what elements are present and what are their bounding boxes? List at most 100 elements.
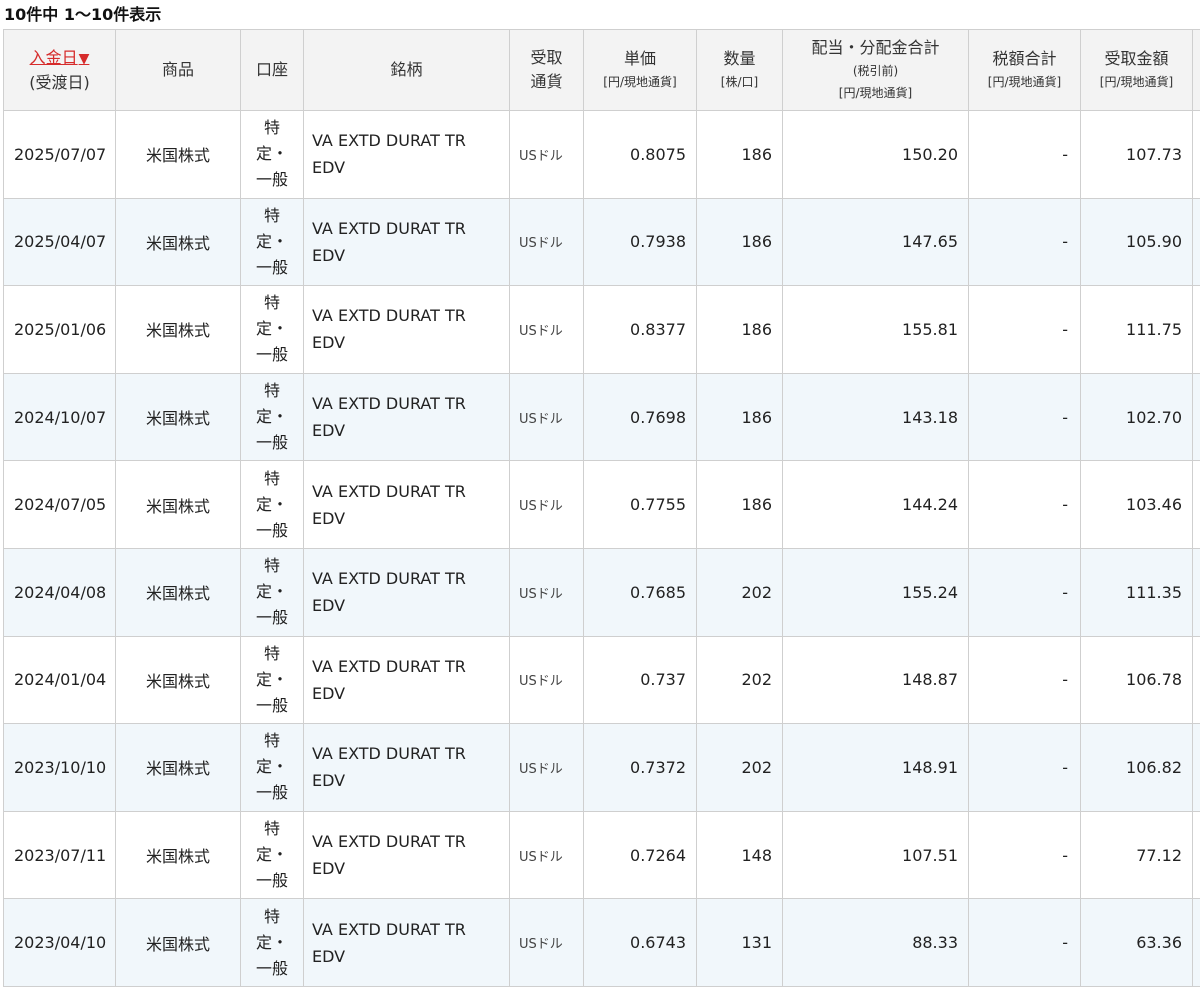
cell-unit-price: 0.8075 <box>583 110 697 199</box>
table-row: 2024/07/05 米国株式特定・ 一般 VA EXTD DURAT TR EDV US… <box>3 460 1200 549</box>
cell-tax-total: - <box>968 547 1081 637</box>
cell-security-name-line1: VA EXTD DURAT TR <box>312 919 466 939</box>
cell-extra <box>1192 635 1200 725</box>
cell-received-amount: 77.12 <box>1080 810 1193 900</box>
cell-account-line: 特 <box>263 731 280 751</box>
header-account: 口座 <box>240 29 304 111</box>
cell-quantity: 186 <box>696 110 783 199</box>
cell-security-name-line1: VA EXTD DURAT TR <box>312 832 466 852</box>
cell-account-line: 定・ <box>255 494 288 514</box>
cell-tax-total: - <box>968 372 1081 462</box>
cell-date: 2025/01/06 <box>3 285 116 374</box>
header-unit-price: 単価 [円/現地通貨] <box>583 29 697 111</box>
cell-received-amount: 103.46 <box>1080 460 1193 549</box>
cell-security-name: VA EXTD DURAT TR EDV <box>303 372 510 462</box>
cell-product: 米国株式 <box>115 635 241 725</box>
cell-unit-price: 0.7685 <box>583 547 697 637</box>
cell-security-name: VA EXTD DURAT TR EDV <box>303 898 510 987</box>
cell-account-line: 定・ <box>255 669 288 689</box>
header-dividend-total-main: 配当・分配金合計 <box>811 38 940 57</box>
cell-currency: USドル <box>509 372 584 462</box>
cell-quantity: 202 <box>696 723 783 812</box>
header-tax-total-main: 税額合計 <box>992 49 1057 68</box>
cell-account: 特定・ 一般 <box>240 460 304 549</box>
header-quantity: 数量 [株/口] <box>696 29 783 111</box>
table-row: 2025/07/07 米国株式特定・ 一般 VA EXTD DURAT TR EDV US… <box>3 110 1200 199</box>
cell-account-line: 特 <box>263 293 280 313</box>
sort-by-date-link[interactable]: 入金日▼ <box>30 48 90 67</box>
header-currency-line2: 通貨 <box>530 72 563 91</box>
cell-unit-price: 0.7755 <box>583 460 697 549</box>
cell-currency: USドル <box>509 547 584 637</box>
cell-product: 米国株式 <box>115 110 241 199</box>
cell-account: 特定・ 一般 <box>240 635 304 725</box>
cell-received-amount: 105.90 <box>1080 197 1193 287</box>
header-received: 受取金額 [円/現地通貨] <box>1080 29 1193 111</box>
header-dividend-total: 配当・分配金合計 (税引前) [円/現地通貨] <box>782 29 969 111</box>
cell-security-name-line2: EDV <box>312 859 346 879</box>
cell-quantity: 131 <box>696 898 783 987</box>
header-received-main: 受取金額 <box>1104 49 1169 68</box>
cell-received-amount: 111.75 <box>1080 285 1193 374</box>
cell-account-line: 一般 <box>255 433 288 453</box>
cell-tax-total: - <box>968 635 1081 725</box>
cell-account-line: 定・ <box>255 231 288 251</box>
cell-security-name: VA EXTD DURAT TR EDV <box>303 810 510 900</box>
cell-product: 米国株式 <box>115 898 241 987</box>
cell-tax-total: - <box>968 197 1081 287</box>
table-row: 2025/04/07 米国株式特定・ 一般 VA EXTD DURAT TR EDV US… <box>3 197 1200 287</box>
cell-account-line: 定・ <box>255 407 288 427</box>
cell-extra <box>1192 898 1200 987</box>
cell-currency: USドル <box>509 110 584 199</box>
cell-received-amount: 106.78 <box>1080 635 1193 725</box>
cell-tax-total: - <box>968 898 1081 987</box>
cell-quantity: 186 <box>696 372 783 462</box>
cell-currency: USドル <box>509 460 584 549</box>
cell-quantity: 148 <box>696 810 783 900</box>
header-product: 商品 <box>115 29 241 111</box>
cell-date: 2024/04/08 <box>3 547 116 637</box>
header-quantity-sub: [株/口] <box>720 75 759 89</box>
cell-security-name-line2: EDV <box>312 158 346 178</box>
cell-product: 米国株式 <box>115 810 241 900</box>
cell-date: 2023/04/10 <box>3 898 116 987</box>
cell-account: 特定・ 一般 <box>240 810 304 900</box>
cell-extra <box>1192 285 1200 374</box>
cell-quantity: 186 <box>696 197 783 287</box>
cell-security-name-line2: EDV <box>312 596 346 616</box>
cell-security-name-line1: VA EXTD DURAT TR <box>312 218 466 238</box>
header-extra <box>1192 29 1200 111</box>
cell-account-line: 特 <box>263 381 280 401</box>
table-row: 2023/10/10 米国株式特定・ 一般 VA EXTD DURAT TR EDV US… <box>3 723 1200 812</box>
cell-date: 2023/10/10 <box>3 723 116 812</box>
header-name: 銘柄 <box>303 29 510 111</box>
cell-product: 米国株式 <box>115 197 241 287</box>
cell-security-name-line1: VA EXTD DURAT TR <box>312 394 466 414</box>
cell-security-name-line2: EDV <box>312 683 346 703</box>
cell-product: 米国株式 <box>115 547 241 637</box>
header-date[interactable]: 入金日▼ (受渡日) <box>3 29 116 111</box>
table-row: 2024/04/08 米国株式特定・ 一般 VA EXTD DURAT TR EDV US… <box>3 547 1200 637</box>
cell-security-name-line1: VA EXTD DURAT TR <box>312 481 466 501</box>
cell-extra <box>1192 372 1200 462</box>
cell-received-amount: 102.70 <box>1080 372 1193 462</box>
cell-account: 特定・ 一般 <box>240 723 304 812</box>
cell-tax-total: - <box>968 285 1081 374</box>
cell-date: 2025/07/07 <box>3 110 116 199</box>
table-row: 2024/01/04 米国株式特定・ 一般 VA EXTD DURAT TR EDV US… <box>3 635 1200 725</box>
cell-quantity: 186 <box>696 285 783 374</box>
cell-account-line: 特 <box>263 118 280 138</box>
cell-dividend-total: 148.87 <box>782 635 969 725</box>
cell-extra <box>1192 547 1200 637</box>
cell-account-line: 一般 <box>255 257 288 277</box>
cell-account-line: 特 <box>263 556 280 576</box>
header-unit-price-main: 単価 <box>623 49 656 68</box>
cell-account-line: 一般 <box>255 871 288 891</box>
result-count: 10件中 1〜10件表示 <box>4 5 162 24</box>
table-header-row: 入金日▼ (受渡日) 商品 口座 銘柄 受取 通貨 単価 [円/現地通貨] 数量… <box>3 29 1200 111</box>
cell-dividend-total: 147.65 <box>782 197 969 287</box>
header-quantity-main: 数量 <box>723 49 756 68</box>
cell-currency: USドル <box>509 810 584 900</box>
cell-unit-price: 0.7938 <box>583 197 697 287</box>
cell-dividend-total: 107.51 <box>782 810 969 900</box>
